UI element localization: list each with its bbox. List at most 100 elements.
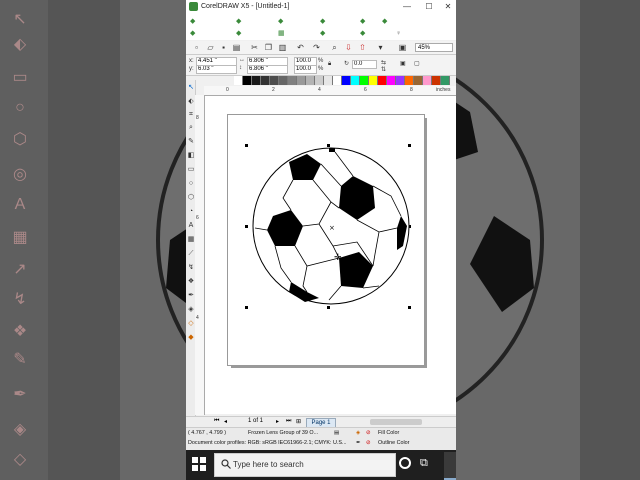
height-field[interactable]: 6.806 " [247, 65, 288, 74]
pick-tool-icon[interactable]: ↖ [187, 84, 195, 92]
connector-tool-icon[interactable]: ↯ [187, 264, 195, 272]
palette-swatch[interactable] [423, 76, 432, 85]
palette-swatch[interactable] [297, 76, 306, 85]
smart-fill-icon[interactable]: ◧ [187, 152, 195, 160]
drawing-canvas[interactable]: × ✛ [205, 96, 456, 414]
interactive-fill-icon[interactable]: ◆ [187, 334, 195, 342]
palette-swatch[interactable] [432, 76, 441, 85]
menu-file-icon[interactable]: ◆ [190, 18, 197, 25]
vertical-ruler[interactable]: 8 6 4 [195, 95, 205, 415]
mirror-horizontal-icon[interactable]: ⇆ [381, 60, 386, 67]
welcome-screen-icon[interactable]: ▣ [398, 43, 407, 52]
coreldraw-taskbar-icon[interactable] [444, 452, 456, 480]
group-icon[interactable]: ▣ [400, 61, 406, 68]
rotation-field[interactable]: 0.0 [352, 60, 377, 69]
menu-text-icon[interactable]: ◆ [236, 30, 243, 37]
palette-swatch[interactable] [441, 76, 450, 85]
palette-swatch[interactable] [288, 76, 297, 85]
palette-swatch[interactable] [360, 76, 369, 85]
prev-page-icon[interactable]: ◂ [224, 418, 227, 425]
maximize-button[interactable]: ☐ [422, 2, 436, 12]
print-icon[interactable]: ▤ [232, 43, 241, 52]
windows-start-icon[interactable] [192, 457, 206, 471]
ungroup-icon[interactable]: ▢ [414, 61, 420, 68]
zoom-level-field[interactable]: 45% [415, 43, 453, 52]
export-icon[interactable]: ⇧ [358, 43, 367, 52]
menu-window-icon[interactable]: ◆ [360, 30, 367, 37]
last-page-icon[interactable]: ⏭ [286, 418, 291, 425]
y-position-field[interactable]: 6.03 " [196, 65, 237, 74]
menu-edit-icon[interactable]: ◆ [236, 18, 243, 25]
rectangle-tool-icon[interactable]: ▭ [187, 166, 195, 174]
shape-tool-icon[interactable]: ⬖ [187, 98, 195, 106]
undo-icon[interactable]: ↶ [296, 43, 305, 52]
selection-handle[interactable] [245, 144, 248, 147]
palette-swatch[interactable] [387, 76, 396, 85]
copy-icon[interactable]: ❐ [264, 43, 273, 52]
cut-icon[interactable]: ✂ [250, 43, 259, 52]
zoom-tool-icon[interactable]: ⌕ [187, 124, 195, 132]
freehand-tool-icon[interactable]: ✎ [187, 138, 195, 146]
palette-swatch[interactable] [261, 76, 270, 85]
selection-handle[interactable] [327, 306, 330, 309]
application-launcher-icon[interactable]: ▾ [376, 43, 385, 52]
menu-tools-icon[interactable]: ◆ [320, 30, 327, 37]
cortana-icon[interactable] [399, 457, 411, 469]
next-page-icon[interactable]: ▸ [276, 418, 279, 425]
eyedropper-tool-icon[interactable]: ✒ [187, 292, 195, 300]
palette-swatch[interactable] [378, 76, 387, 85]
menu-help-icon[interactable]: ♀ [396, 30, 403, 37]
polygon-tool-icon[interactable]: ⬡ [187, 194, 195, 202]
outline-tool-icon[interactable]: ◈ [187, 306, 195, 314]
title-bar[interactable]: CorelDRAW X5 - [Untitled-1] — ☐ ✕ [186, 0, 456, 15]
palette-swatch[interactable] [306, 76, 315, 85]
palette-swatch[interactable] [252, 76, 261, 85]
add-page-icon[interactable]: ⊞ [296, 418, 301, 425]
save-icon[interactable]: ▪ [219, 43, 228, 52]
crop-tool-icon[interactable]: ⌗ [187, 111, 195, 119]
blend-tool-icon[interactable]: ❖ [187, 278, 195, 286]
color-profiles[interactable]: Document color profiles: RGB: sRGB IEC61… [188, 438, 346, 449]
open-icon[interactable]: ▱ [206, 43, 215, 52]
redo-icon[interactable]: ↷ [312, 43, 321, 52]
text-tool-icon[interactable]: A [187, 222, 195, 230]
basic-shapes-icon[interactable]: ◔ [187, 208, 195, 216]
palette-swatch[interactable] [315, 76, 324, 85]
palette-swatch[interactable] [243, 76, 252, 85]
task-view-icon[interactable]: ⧉ [420, 456, 434, 470]
dimension-tool-icon[interactable]: ⟋ [187, 250, 195, 258]
fill-tool-icon[interactable]: ◇ [187, 320, 195, 328]
menu-layout-icon[interactable]: ◆ [320, 18, 327, 25]
first-page-icon[interactable]: ⏮ [214, 418, 219, 425]
scale-height-field[interactable]: 100.0 [294, 65, 317, 74]
table-tool-icon[interactable]: ▦ [187, 236, 195, 244]
menu-effects-icon[interactable]: ◆ [382, 18, 389, 25]
menu-view-icon[interactable]: ◆ [278, 18, 285, 25]
outline-pen-icon[interactable]: ✒ [356, 438, 361, 449]
taskbar-search-box[interactable]: Type here to search [214, 453, 396, 477]
close-button[interactable]: ✕ [441, 2, 455, 12]
palette-swatch[interactable] [351, 76, 360, 85]
palette-swatch[interactable] [414, 76, 423, 85]
palette-swatch[interactable] [279, 76, 288, 85]
outline-none-icon[interactable]: ⊘ [366, 438, 371, 449]
soccer-ball-drawing[interactable]: × ✛ [251, 146, 411, 306]
horizontal-scrollbar[interactable] [370, 419, 422, 425]
mirror-vertical-icon[interactable]: ⇅ [381, 67, 386, 74]
palette-swatch[interactable] [333, 76, 342, 85]
minimize-button[interactable]: — [400, 2, 414, 12]
search-content-icon[interactable]: ⌕ [330, 43, 339, 52]
palette-swatch[interactable] [234, 76, 243, 85]
palette-swatch[interactable] [324, 76, 333, 85]
paste-icon[interactable]: ▥ [278, 43, 287, 52]
menu-arrange-icon[interactable]: ◆ [360, 18, 367, 25]
palette-swatch[interactable] [405, 76, 414, 85]
import-icon[interactable]: ⇩ [344, 43, 353, 52]
palette-swatch[interactable] [396, 76, 405, 85]
horizontal-ruler[interactable]: 0 2 4 6 8 inches [204, 86, 456, 96]
selection-handle[interactable] [245, 306, 248, 309]
lock-ratio-icon[interactable]: 🔒︎ [328, 61, 331, 68]
palette-swatch[interactable] [270, 76, 279, 85]
palette-swatch[interactable] [369, 76, 378, 85]
new-document-icon[interactable]: ▫ [192, 43, 201, 52]
